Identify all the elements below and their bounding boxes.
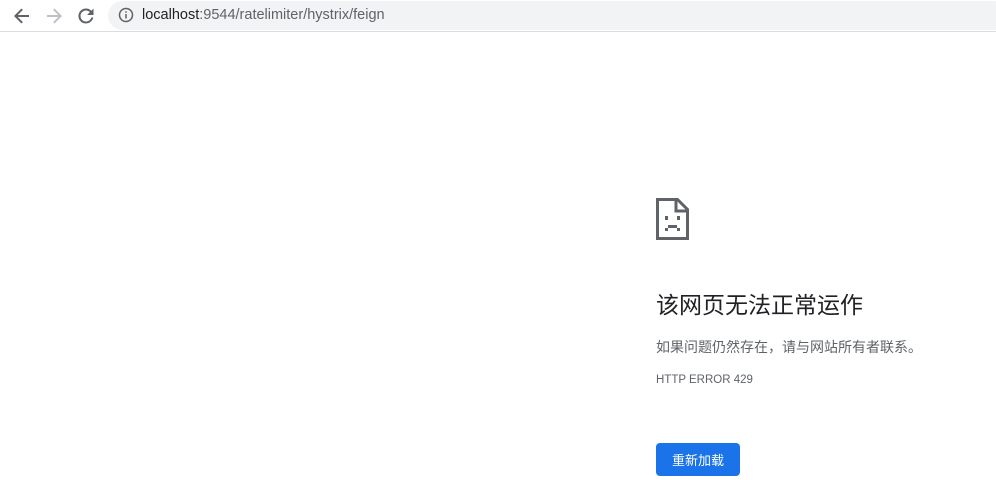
error-code: HTTP ERROR 429	[656, 374, 753, 386]
back-button[interactable]	[10, 4, 34, 28]
url-path: :9544/ratelimiter/hystrix/feign	[199, 7, 385, 23]
browser-toolbar: localhost:9544/ratelimiter/hystrix/feign	[0, 0, 996, 32]
forward-button[interactable]	[42, 4, 66, 28]
error-title: 该网页无法正常运作	[656, 293, 863, 319]
url-host: localhost	[142, 7, 200, 23]
reload-page-button[interactable]	[74, 4, 98, 28]
address-bar[interactable]: localhost:9544/ratelimiter/hystrix/feign	[108, 1, 996, 30]
reload-icon	[78, 8, 94, 24]
url-text[interactable]: localhost:9544/ratelimiter/hystrix/feign	[142, 1, 385, 30]
back-arrow-icon	[14, 8, 29, 24]
error-description: 如果问题仍然存在，请与网站所有者联系。	[656, 340, 922, 356]
forward-arrow-icon	[47, 8, 62, 24]
reload-button[interactable]: 重新加载	[656, 443, 740, 476]
info-icon[interactable]	[118, 7, 134, 23]
sad-page-icon	[656, 198, 689, 240]
